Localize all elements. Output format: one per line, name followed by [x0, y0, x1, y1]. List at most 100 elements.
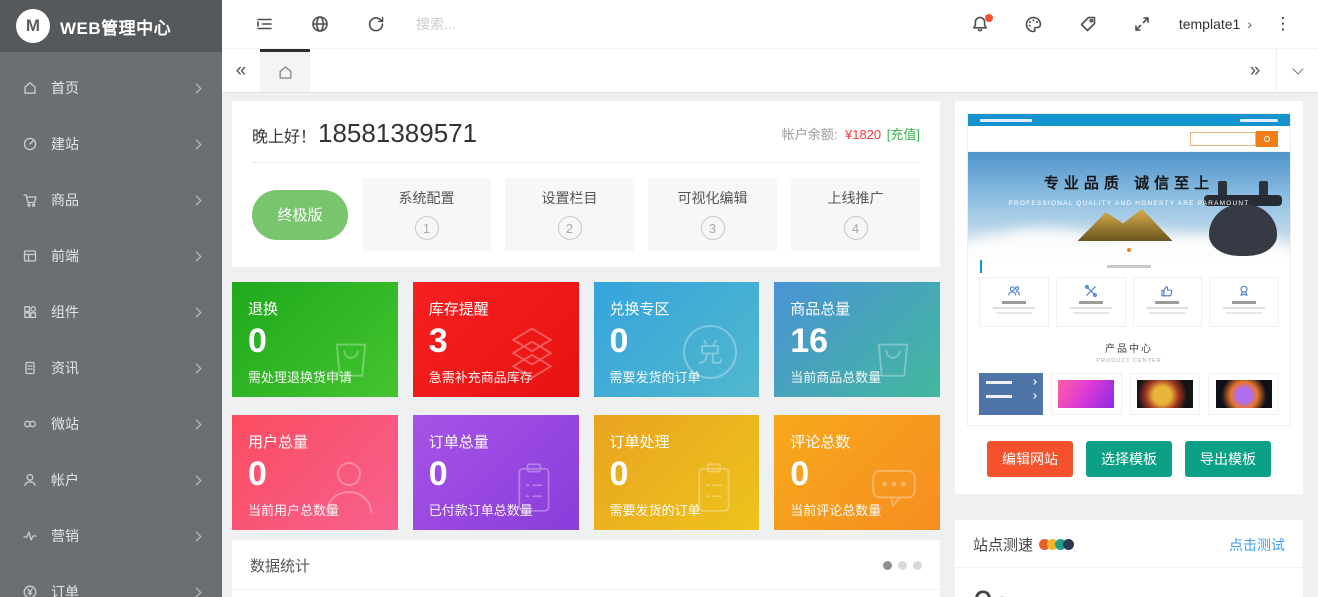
- sidebar-item-news[interactable]: 资讯: [0, 340, 222, 396]
- template-card: 专业品质 诚信至上 PROFESSIONAL QUALITY AND HONES…: [955, 101, 1303, 494]
- logo-icon: M: [16, 9, 50, 43]
- layout-icon: [22, 248, 38, 264]
- preview-hero-banner: 专业品质 诚信至上 PROFESSIONAL QUALITY AND HONES…: [968, 152, 1290, 257]
- template-name: template1: [1179, 16, 1240, 32]
- carousel-dot[interactable]: [913, 561, 922, 570]
- notifications-button[interactable]: [953, 0, 1007, 48]
- sidebar-item-label: 资讯: [51, 358, 180, 378]
- sidebar-item-home[interactable]: 首页: [0, 60, 222, 116]
- data-statistics-title: 数据统计: [250, 555, 310, 576]
- header-actions: template1 › ⋮: [953, 0, 1300, 48]
- sidebar-item-label: 微站: [51, 414, 180, 434]
- stat-card-returns[interactable]: 退换 0 需处理退换货申请: [232, 282, 398, 397]
- sidebar-item-orders[interactable]: 订单: [0, 564, 222, 597]
- account-balance: 帐户余额: ¥1820 [充值]: [782, 124, 920, 143]
- stat-card-order-processing[interactable]: 订单处理 0 需要发货的订单: [594, 415, 760, 530]
- yen-circle-icon: [22, 584, 38, 597]
- step-set-columns[interactable]: 设置栏目 2: [505, 178, 634, 251]
- sidebar-item-marketing[interactable]: 营销: [0, 508, 222, 564]
- tags-button[interactable]: [1061, 0, 1115, 48]
- sidebar-item-label: 组件: [51, 302, 180, 322]
- chevron-right-icon: [192, 475, 202, 485]
- sidebar-item-site-builder[interactable]: 建站: [0, 116, 222, 172]
- stat-card-total-orders[interactable]: 订单总量 0 已付款订单总数量: [413, 415, 579, 530]
- sidebar-collapse-button[interactable]: [236, 0, 292, 48]
- user-icon: [22, 472, 38, 488]
- carousel-dot[interactable]: [898, 561, 907, 570]
- thumbs-up-icon: [1160, 284, 1174, 298]
- stat-card-total-comments[interactable]: 评论总数 0 当前评论总数量: [774, 415, 940, 530]
- balance-value: ¥1820: [845, 127, 881, 142]
- stat-card-total-users[interactable]: 用户总量 0 当前用户总数量: [232, 415, 398, 530]
- sidebar-item-label: 前端: [51, 246, 180, 266]
- step-system-config[interactable]: 系统配置 1: [362, 178, 491, 251]
- preview-product-item: [1130, 373, 1201, 415]
- sidebar-item-label: 帐户: [51, 470, 180, 490]
- refresh-button[interactable]: [348, 0, 404, 48]
- speed-test-card: 站点测速 点击测试 0s 下载用时(秒): [955, 520, 1303, 597]
- palette-icon: [1024, 15, 1043, 34]
- infinity-icon: [22, 416, 38, 432]
- main-column: 晚上好！18581389571 帐户余额: ¥1820 [充值] 终极版 系统配…: [232, 101, 940, 597]
- tabs-scroll-right-button[interactable]: »: [1234, 49, 1276, 92]
- clipboard-icon: [501, 456, 565, 520]
- preview-topbar-phone: [1240, 119, 1278, 122]
- blocks-icon: [22, 304, 38, 320]
- recharge-link[interactable]: [充值]: [887, 127, 920, 142]
- main-area: template1 › ⋮ « »: [222, 0, 1318, 597]
- notification-badge: [985, 14, 993, 22]
- chevron-right-icon: [192, 139, 202, 149]
- tag-icon: [1079, 15, 1097, 33]
- download-time-value: 0s: [973, 583, 1011, 597]
- chevron-right-icon: [192, 307, 202, 317]
- sidebar-item-label: 商品: [51, 190, 180, 210]
- theme-button[interactable]: [1007, 0, 1061, 48]
- preview-navbar: [968, 126, 1290, 152]
- greeting-text: 晚上好！18581389571: [252, 118, 477, 149]
- sidebar-item-frontend[interactable]: 前端: [0, 228, 222, 284]
- template-switcher[interactable]: template1 ›: [1179, 16, 1252, 32]
- step-number: 2: [558, 216, 582, 240]
- preview-product-center-title: 产品中心: [968, 340, 1290, 355]
- choose-template-button[interactable]: 选择模板: [1086, 441, 1172, 477]
- search-input[interactable]: [416, 16, 636, 32]
- stat-card-stock-alert[interactable]: 库存提醒 3 急需补充商品库存: [413, 282, 579, 397]
- data-statistics-card: 数据统计 订单成交量: [232, 540, 940, 597]
- step-number: 3: [701, 216, 725, 240]
- step-number: 1: [415, 216, 439, 240]
- tabs-scroll-left-button[interactable]: «: [222, 49, 260, 92]
- export-template-button[interactable]: 导出模板: [1185, 441, 1271, 477]
- tab-home[interactable]: [260, 49, 310, 92]
- stat-card-total-products[interactable]: 商品总量 16 当前商品总数量: [774, 282, 940, 397]
- app-logo: M WEB管理中心: [0, 0, 222, 52]
- tab-bar: « »: [222, 48, 1318, 93]
- preview-feature-team: [979, 277, 1049, 327]
- document-icon: [22, 360, 38, 376]
- step-visual-edit[interactable]: 可视化编辑 3: [648, 178, 777, 251]
- balance-label: 帐户余额:: [782, 127, 838, 142]
- run-speed-test-link[interactable]: 点击测试: [1229, 535, 1285, 555]
- sidebar-item-products[interactable]: 商品: [0, 172, 222, 228]
- tabs-dropdown-button[interactable]: [1276, 49, 1318, 92]
- language-button[interactable]: [292, 0, 348, 48]
- stat-card-exchange[interactable]: 兑换专区 0 需要发货的订单 兑: [594, 282, 760, 397]
- pulse-icon: [22, 528, 38, 544]
- exchange-circle-icon: 兑: [675, 317, 745, 387]
- carousel-dot-active[interactable]: [883, 561, 892, 570]
- chevron-right-icon: [192, 531, 202, 541]
- preview-topbar: [968, 114, 1290, 126]
- sidebar-item-components[interactable]: 组件: [0, 284, 222, 340]
- fullscreen-button[interactable]: [1115, 0, 1169, 48]
- user-icon: [314, 450, 384, 520]
- edit-site-button[interactable]: 编辑网站: [987, 441, 1073, 477]
- step-go-live[interactable]: 上线推广 4: [791, 178, 920, 251]
- chevron-right-icon: [192, 419, 202, 429]
- more-options-button[interactable]: ⋮: [1266, 14, 1300, 34]
- sidebar-item-accounts[interactable]: 帐户: [0, 452, 222, 508]
- sidebar: M WEB管理中心 首页 建站 商品 前端: [0, 0, 222, 597]
- shopping-bag-icon: [318, 321, 384, 387]
- step-number: 4: [844, 216, 868, 240]
- sidebar-item-micro-site[interactable]: 微站: [0, 396, 222, 452]
- preview-product-item: [1051, 373, 1122, 415]
- chevron-down-icon: [1292, 63, 1303, 74]
